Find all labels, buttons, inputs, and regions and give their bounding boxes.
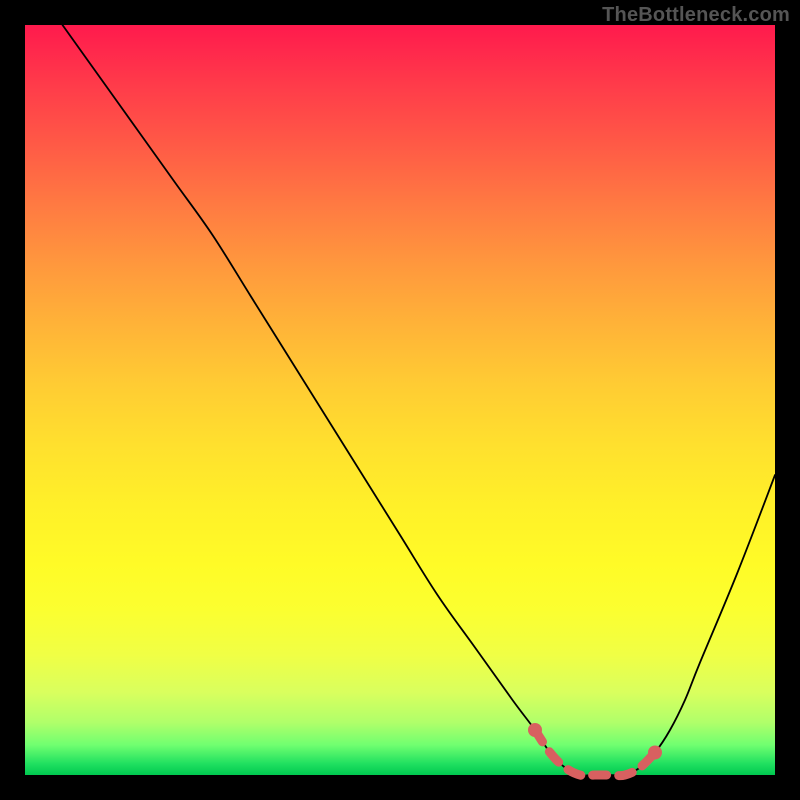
bottleneck-curve: [63, 25, 776, 776]
optimal-range-end-dot: [648, 746, 662, 760]
plot-area: [25, 25, 775, 775]
curve-svg: [25, 25, 775, 775]
chart-frame: TheBottleneck.com: [0, 0, 800, 800]
optimal-range-start-dot: [528, 723, 542, 737]
watermark-text: TheBottleneck.com: [602, 4, 790, 27]
